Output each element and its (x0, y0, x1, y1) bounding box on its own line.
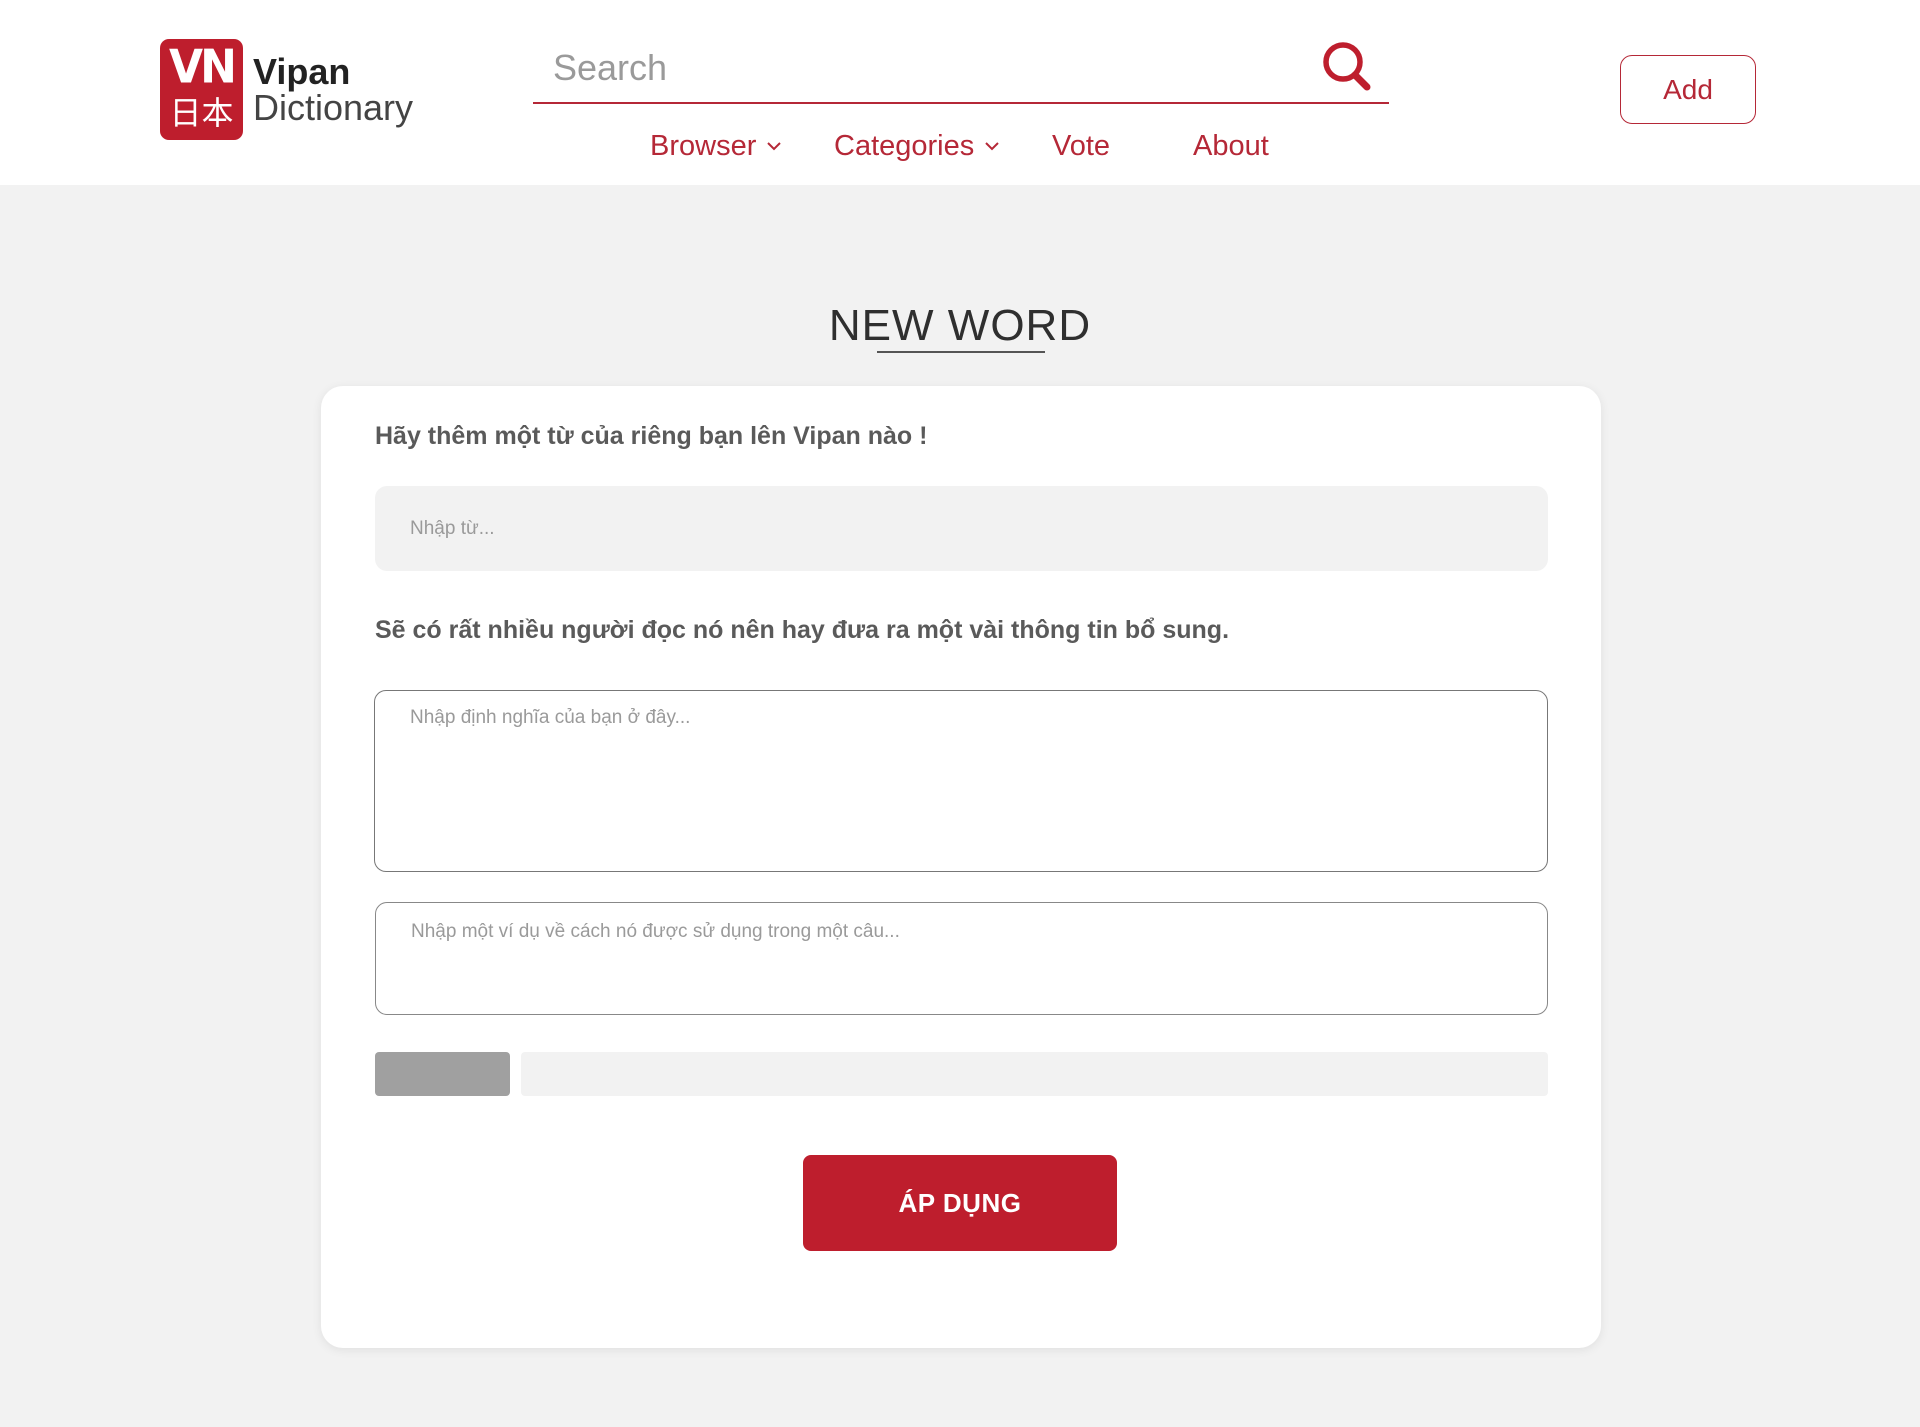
submit-button[interactable]: ÁP DỤNG (803, 1155, 1117, 1251)
nav-vote-label: Vote (1052, 130, 1111, 162)
search-input[interactable] (553, 44, 1293, 92)
file-name-field[interactable] (521, 1052, 1548, 1096)
chevron-down-icon (985, 142, 999, 151)
search-bar (533, 36, 1389, 104)
title-underline (877, 351, 1045, 353)
logo-mark-text: VN (169, 40, 237, 95)
nav-categories-label: Categories (834, 130, 975, 162)
add-button[interactable]: Add (1620, 55, 1756, 124)
nav-vote[interactable]: Vote (1052, 124, 1110, 168)
nav-browser[interactable]: Browser (650, 124, 782, 168)
logo-wordmark: Vipan Dictionary (253, 50, 414, 128)
definition-textarea[interactable] (374, 690, 1548, 872)
nav-browser-label: Browser (650, 130, 757, 162)
nav-about[interactable]: About (1193, 124, 1269, 168)
nav-about-label: About (1193, 130, 1269, 162)
page-title: NEW WORD (828, 301, 1092, 350)
chevron-down-icon (767, 142, 782, 151)
logo-line-2: Dictionary (253, 86, 414, 128)
search-icon[interactable] (1319, 40, 1377, 94)
word-input[interactable] (375, 486, 1548, 571)
form-hint-text: Sẽ có rất nhiều người đọc nó nên hay đưa… (375, 616, 1230, 644)
site-header: VN 日本 Vipan Dictionary Browser Categorie… (0, 0, 1920, 185)
logo-line-1: Vipan (253, 50, 351, 92)
nav-categories[interactable]: Categories (834, 124, 1000, 168)
example-textarea[interactable] (375, 902, 1548, 1015)
new-word-form: Hãy thêm một từ của riêng bạn lên Vipan … (321, 386, 1601, 1348)
logo-kanji: 日本 (169, 94, 234, 132)
logo-mark: VN 日本 (160, 39, 243, 140)
form-intro-text: Hãy thêm một từ của riêng bạn lên Vipan … (375, 422, 928, 450)
site-logo[interactable]: VN 日本 Vipan Dictionary (160, 39, 413, 140)
file-choose-button[interactable] (375, 1052, 510, 1096)
